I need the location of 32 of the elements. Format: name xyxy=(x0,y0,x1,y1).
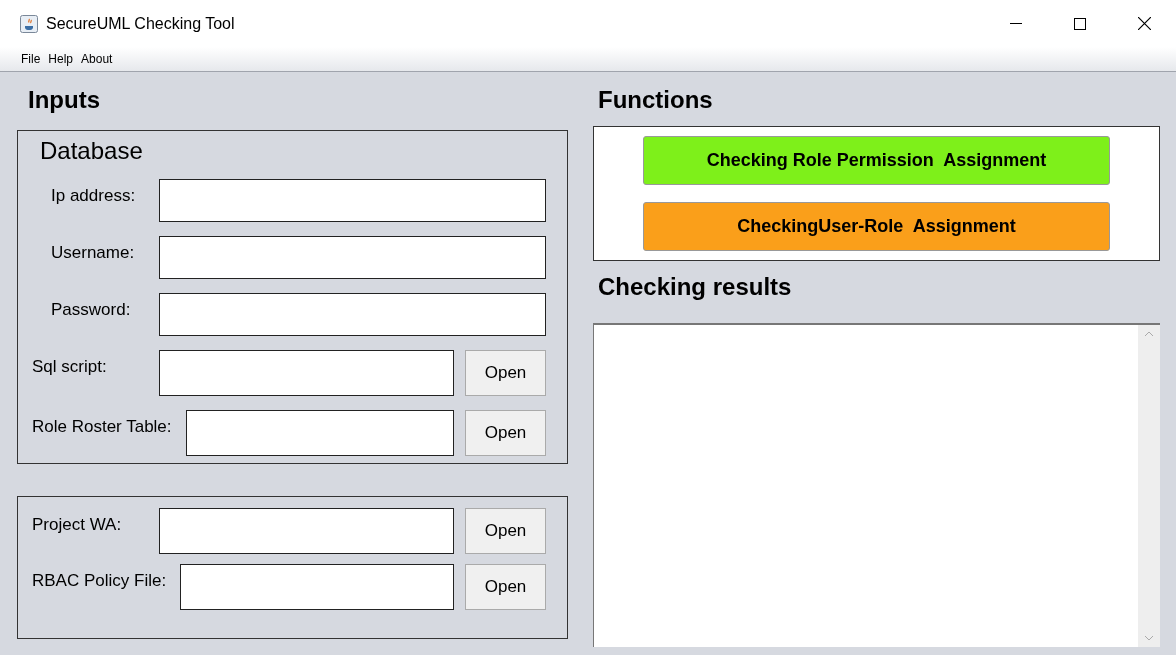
open-button[interactable]: Open xyxy=(465,350,546,396)
text-field[interactable] xyxy=(159,179,546,222)
file-path-field[interactable] xyxy=(159,508,454,554)
section-heading: Inputs xyxy=(27,85,101,115)
field-label: Role Roster Table: xyxy=(31,416,173,438)
field-label: Username: xyxy=(50,242,136,264)
section-heading: Checking results xyxy=(597,272,793,302)
minimize-icon xyxy=(1010,22,1022,25)
field-label: Sql script: xyxy=(31,356,108,378)
open-button[interactable]: Open xyxy=(465,508,546,554)
close-icon xyxy=(1137,17,1151,30)
maximize-icon xyxy=(1074,17,1086,30)
open-button[interactable]: Open xyxy=(465,410,546,456)
menu-item[interactable]: About xyxy=(81,50,113,68)
open-button[interactable]: Open xyxy=(465,564,546,610)
text-field[interactable] xyxy=(159,293,546,336)
text-field[interactable] xyxy=(159,236,546,279)
file-path-field[interactable] xyxy=(180,564,454,610)
panel-title: Database xyxy=(39,136,144,166)
section-heading: Functions xyxy=(597,85,714,115)
field-label: Ip address: xyxy=(50,185,137,207)
file-path-field[interactable] xyxy=(185,410,454,456)
check-button[interactable]: Checking Role Permission Assignment xyxy=(643,136,1110,185)
menu-item[interactable]: Help xyxy=(48,50,74,68)
file-path-field[interactable] xyxy=(159,350,454,396)
menu-item[interactable]: File xyxy=(21,50,41,68)
check-button[interactable]: CheckingUser-Role Assignment xyxy=(643,202,1110,251)
field-label: Project WA: xyxy=(31,514,123,536)
window-title: SecureUML Checking Tool xyxy=(46,13,235,34)
app-icon xyxy=(20,14,38,33)
field-label: RBAC Policy File: xyxy=(31,570,168,592)
field-label: Password: xyxy=(50,299,132,321)
